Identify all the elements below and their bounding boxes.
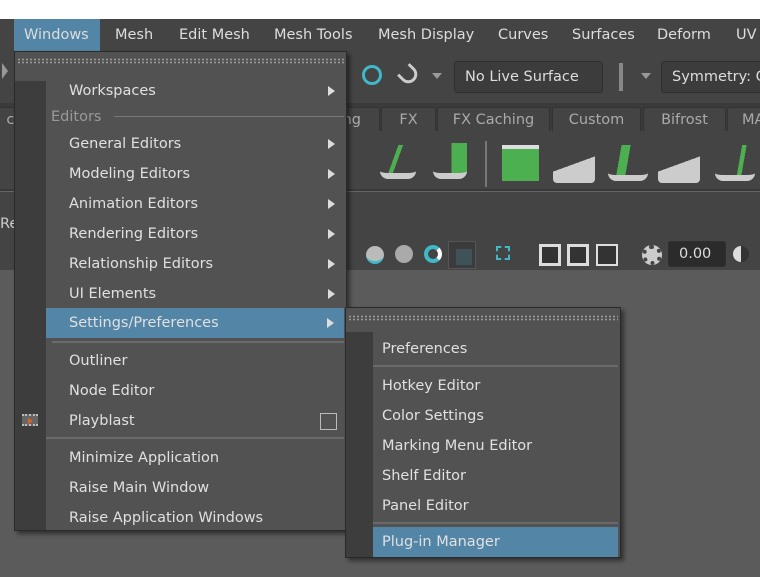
xgen-add-brush-icon[interactable]	[658, 145, 700, 183]
window-top-edge	[0, 0, 760, 19]
menu-item-animation-editors[interactable]: Animation Editors	[46, 189, 345, 219]
menu-curves[interactable]: Curves	[488, 19, 558, 51]
settings-preferences-submenu: Preferences Hotkey Editor Color Settings…	[345, 307, 621, 558]
shadow-icon[interactable]	[567, 244, 589, 266]
menu-item-hotkey-editor[interactable]: Hotkey Editor	[373, 371, 619, 401]
menu-item-rendering-editors[interactable]: Rendering Editors	[46, 219, 345, 249]
menu-edit-mesh[interactable]: Edit Mesh	[169, 19, 260, 51]
tear-off-handle[interactable]	[348, 315, 618, 321]
menu-item-raise-application-windows[interactable]: Raise Application Windows	[46, 503, 345, 533]
collapse-icon[interactable]	[2, 63, 8, 79]
menu-windows[interactable]: Windows	[14, 19, 100, 51]
menu-surfaces[interactable]: Surfaces	[562, 19, 645, 51]
xray-joints-icon[interactable]	[448, 241, 476, 269]
menu-item-color-settings[interactable]: Color Settings	[373, 401, 619, 431]
menu-item-label: Settings/Preferences	[69, 315, 219, 331]
xgen-add-guide-icon[interactable]	[553, 145, 595, 183]
menu-item-raise-main-window[interactable]: Raise Main Window	[46, 473, 345, 503]
shelf-tab-bifrost[interactable]: Bifrost	[643, 107, 726, 131]
menu-item-playblast[interactable]: Playblast	[46, 406, 345, 436]
submenu-arrow-icon	[328, 199, 335, 209]
menu-icon-gutter	[346, 332, 373, 557]
shelf-tab-fx-caching[interactable]: FX Caching	[437, 107, 550, 131]
xgen-editor-icon[interactable]	[502, 145, 539, 181]
ambient-occlusion-icon[interactable]	[596, 244, 618, 266]
exposure-field[interactable]: 0.00	[668, 241, 726, 267]
menu-item-label: UI Elements	[69, 286, 157, 302]
menu-item-outliner[interactable]: Outliner	[46, 346, 345, 376]
submenu-arrow-icon	[328, 139, 335, 149]
submenu-arrow-icon	[328, 229, 335, 239]
live-surface-field[interactable]: No Live Surface	[454, 61, 603, 93]
submenu-arrow-icon	[328, 86, 335, 96]
menu-mesh-tools[interactable]: Mesh Tools	[264, 19, 363, 51]
menu-icon-gutter	[15, 81, 46, 530]
windows-menu: Workspaces Editors General Editors Model…	[14, 51, 347, 531]
main-menubar: Windows Mesh Edit Mesh Mesh Tools Mesh D…	[0, 19, 760, 51]
wireframe-shaded-icon[interactable]	[366, 246, 384, 264]
tear-off-handle[interactable]	[17, 58, 344, 64]
xgen-move-icon[interactable]	[433, 143, 467, 179]
menu-separator	[373, 365, 618, 367]
film-icon	[22, 414, 38, 426]
menu-item-label: Playblast	[69, 413, 135, 429]
option-box-icon[interactable]	[320, 413, 337, 430]
symmetry-field[interactable]: Symmetry: O	[661, 61, 760, 93]
menu-item-label: Rendering Editors	[69, 226, 199, 242]
submenu-arrow-icon	[328, 289, 335, 299]
dropdown-icon[interactable]	[641, 73, 651, 79]
submenu-arrow-icon	[328, 169, 335, 179]
menu-item-label: Workspaces	[69, 83, 156, 99]
shelf-separator	[485, 141, 487, 187]
menu-item-label: Animation Editors	[69, 196, 198, 212]
shelf-tab-custom[interactable]: Custom	[552, 107, 641, 131]
menu-separator	[52, 341, 344, 343]
shelf-tab[interactable]: MA	[727, 107, 760, 131]
submenu-arrow-icon	[327, 318, 334, 328]
xgen-remove-icon[interactable]	[380, 145, 416, 179]
menu-item-label: General Editors	[69, 136, 182, 152]
menu-item-label: Modeling Editors	[69, 166, 191, 182]
menu-item-panel-editor[interactable]: Panel Editor	[373, 491, 619, 521]
magnet-icon[interactable]	[396, 62, 422, 88]
menu-item-modeling-editors[interactable]: Modeling Editors	[46, 159, 345, 189]
menu-item-node-editor[interactable]: Node Editor	[46, 376, 345, 406]
menu-item-shelf-editor[interactable]: Shelf Editor	[373, 461, 619, 491]
menu-item-preferences[interactable]: Preferences	[373, 334, 619, 364]
menu-deform[interactable]: Deform	[647, 19, 721, 51]
menu-item-ui-elements[interactable]: UI Elements	[46, 279, 345, 309]
menu-separator	[373, 522, 618, 524]
menu-separator	[46, 437, 344, 439]
menu-item-settings-preferences[interactable]: Settings/Preferences	[46, 308, 344, 338]
submenu-arrow-icon	[328, 259, 335, 269]
isolate-icon[interactable]	[539, 244, 561, 266]
camera-aperture-icon[interactable]	[642, 245, 662, 265]
selection-icon[interactable]	[496, 246, 510, 260]
section-divider	[114, 116, 344, 117]
menu-item-label: Relationship Editors	[69, 256, 214, 272]
xgen-groom-icon[interactable]	[608, 145, 648, 181]
shelf-tab-fx[interactable]: FX	[381, 107, 436, 131]
menu-item-general-editors[interactable]: General Editors	[46, 129, 345, 159]
default-material-icon[interactable]	[395, 245, 413, 263]
dropdown-icon[interactable]	[432, 73, 442, 79]
menu-item-workspaces[interactable]: Workspaces	[46, 76, 345, 106]
xgen-brush-icon[interactable]	[715, 145, 755, 181]
separator-handle-icon	[619, 63, 623, 91]
menu-mesh[interactable]: Mesh	[105, 19, 163, 51]
gamma-icon[interactable]	[733, 246, 749, 262]
xray-icon[interactable]	[424, 245, 442, 263]
snap-to-curve-icon[interactable]	[357, 60, 387, 90]
menu-item-marking-menu-editor[interactable]: Marking Menu Editor	[373, 431, 619, 461]
menu-item-plug-in-manager[interactable]: Plug-in Manager	[373, 527, 618, 557]
menu-mesh-display[interactable]: Mesh Display	[368, 19, 484, 51]
section-label-editors: Editors	[51, 109, 102, 125]
menu-item-relationship-editors[interactable]: Relationship Editors	[46, 249, 345, 279]
menu-item-minimize-application[interactable]: Minimize Application	[46, 443, 345, 473]
menu-uv[interactable]: UV	[726, 19, 760, 51]
